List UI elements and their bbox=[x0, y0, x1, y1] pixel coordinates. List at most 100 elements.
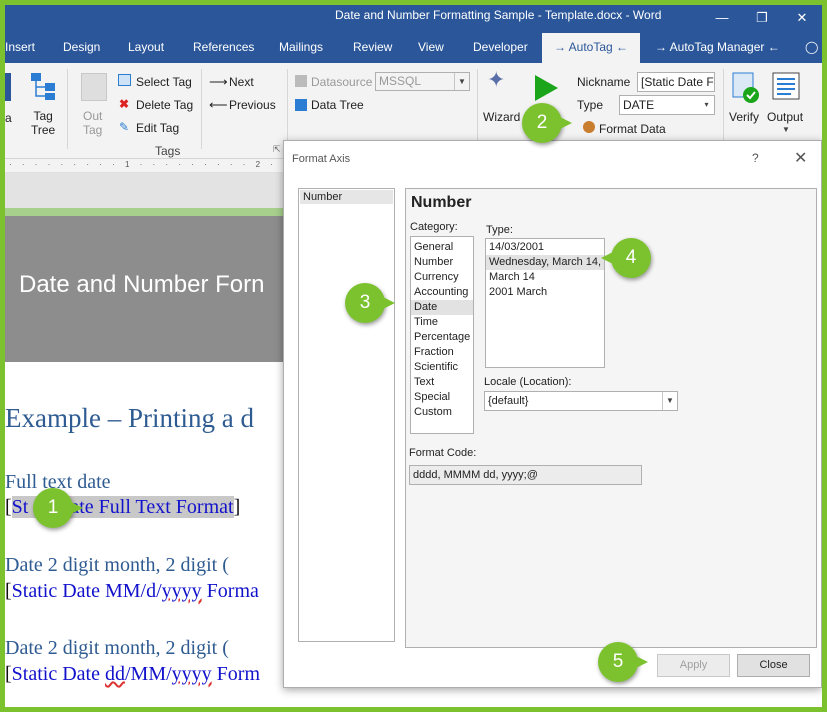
category-item[interactable]: Special bbox=[411, 390, 473, 405]
verify-check-icon[interactable] bbox=[731, 71, 761, 105]
window-title: Date and Number Formatting Sample - Temp… bbox=[335, 8, 662, 22]
datasource-label: Datasource bbox=[311, 75, 373, 89]
verify-button[interactable]: Verify bbox=[729, 110, 759, 124]
callout-1: 1 bbox=[33, 488, 83, 528]
select-tag-icon bbox=[118, 74, 131, 86]
category-item[interactable]: Text bbox=[411, 375, 473, 390]
type-label: Type bbox=[577, 98, 604, 112]
heading-mm-d: Date 2 digit month, 2 digit ( bbox=[5, 554, 229, 576]
tab-review[interactable]: Review bbox=[353, 40, 392, 54]
tab-autotag-manager[interactable]: → AutoTag Manager ← bbox=[655, 40, 780, 54]
format-axis-dialog: Format Axis ? ✕ Number Number Category: … bbox=[283, 140, 822, 688]
heading-dd-mm: Date 2 digit month, 2 digit ( bbox=[5, 637, 229, 659]
category-item[interactable]: Currency bbox=[411, 270, 473, 285]
tag-tree-icon[interactable] bbox=[29, 71, 57, 101]
data-tree-button[interactable]: Data Tree bbox=[311, 98, 364, 112]
previous-button[interactable]: Previous bbox=[229, 98, 276, 112]
type-list: 14/03/2001 Wednesday, March 14, March 14… bbox=[485, 238, 605, 368]
category-item[interactable]: Number bbox=[411, 255, 473, 270]
callout-4: 4 bbox=[601, 238, 651, 278]
edit-tag-button[interactable]: Edit Tag bbox=[136, 121, 179, 135]
apply-button[interactable]: Apply bbox=[657, 654, 730, 677]
wizard-wand-icon[interactable]: ✦ bbox=[487, 67, 505, 93]
datasource-select[interactable]: MSSQL ▼ bbox=[375, 72, 470, 91]
callout-5: 5 bbox=[598, 642, 648, 682]
type-item[interactable]: March 14 bbox=[486, 270, 604, 285]
tag-mm-d-yyyy[interactable]: [Static Date MM/d/yyyy Forma bbox=[5, 580, 259, 603]
dialog-title: Format Axis bbox=[292, 153, 351, 165]
format-data-icon bbox=[583, 121, 595, 133]
help-icon[interactable]: ? bbox=[752, 151, 759, 165]
word-window: Date and Number Formatting Sample - Temp… bbox=[5, 5, 822, 707]
category-list: General Number Currency Accounting Date … bbox=[410, 236, 474, 434]
chevron-down-icon: ▼ bbox=[454, 73, 469, 90]
category-item[interactable]: Percentage bbox=[411, 330, 473, 345]
output-button[interactable]: Output bbox=[767, 110, 803, 124]
delete-tag-button[interactable]: Delete Tag bbox=[136, 98, 193, 112]
play-icon[interactable] bbox=[533, 73, 559, 103]
lightbulb-icon[interactable]: ◯ bbox=[805, 40, 818, 54]
select-tag-button[interactable]: Select Tag bbox=[136, 75, 192, 89]
callout-3: 3 bbox=[345, 283, 395, 323]
type-item[interactable]: 14/03/2001 bbox=[486, 240, 604, 255]
edit-tag-icon: ✎ bbox=[119, 120, 130, 134]
format-code-label: Format Code: bbox=[409, 447, 477, 459]
tab-insert[interactable]: Insert bbox=[5, 40, 35, 54]
close-button[interactable]: Close bbox=[737, 654, 810, 677]
format-code-input[interactable]: dddd, MMMM dd, yyyy;@ bbox=[409, 465, 642, 485]
tab-autotag[interactable]: → AutoTag ← bbox=[542, 33, 641, 63]
category-item[interactable]: Accounting bbox=[411, 285, 473, 300]
tab-layout[interactable]: Layout bbox=[128, 40, 164, 54]
out-tag-icon[interactable] bbox=[81, 73, 107, 101]
dialog-launcher-icon[interactable]: ⇱ bbox=[273, 144, 281, 155]
data-tree-icon bbox=[295, 99, 307, 111]
type-item-selected[interactable]: Wednesday, March 14, bbox=[486, 255, 604, 270]
document-heading: Example – Printing a d bbox=[5, 403, 254, 433]
category-label: Category: bbox=[410, 221, 458, 233]
locale-label: Locale (Location): bbox=[484, 376, 572, 388]
minimize-button[interactable]: — bbox=[702, 5, 742, 33]
chevron-down-icon: ▼ bbox=[662, 392, 677, 410]
tab-mailings[interactable]: Mailings bbox=[279, 40, 323, 54]
restore-button[interactable]: ❐ bbox=[742, 5, 782, 33]
tags-group-label: Tags bbox=[155, 144, 181, 158]
output-icon[interactable] bbox=[771, 71, 801, 101]
wizard-button[interactable]: Wizard bbox=[483, 110, 520, 124]
partial-icon bbox=[5, 73, 11, 101]
callout-2: 2 bbox=[522, 103, 572, 143]
close-window-button[interactable]: ✕ bbox=[782, 5, 822, 33]
format-data-button[interactable]: Format Data bbox=[599, 122, 666, 136]
nav-list: Number bbox=[298, 188, 395, 642]
category-item[interactable]: Time bbox=[411, 315, 473, 330]
type-item[interactable]: 2001 March bbox=[486, 285, 604, 300]
category-item[interactable]: Fraction bbox=[411, 345, 473, 360]
title-bar: Date and Number Formatting Sample - Temp… bbox=[5, 5, 822, 33]
tag-tree-label[interactable]: Tag Tree bbox=[31, 109, 55, 137]
tab-view[interactable]: View bbox=[418, 40, 444, 54]
category-item[interactable]: General bbox=[411, 240, 473, 255]
panel-title: Number bbox=[411, 194, 472, 211]
locale-select[interactable]: {default} ▼ bbox=[484, 391, 678, 411]
category-item-selected[interactable]: Date bbox=[411, 300, 473, 315]
category-item[interactable]: Scientific bbox=[411, 360, 473, 375]
banner-title: Date and Number Forn bbox=[19, 271, 265, 298]
tab-references[interactable]: References bbox=[193, 40, 254, 54]
chevron-down-icon: ▾ bbox=[704, 100, 709, 109]
category-item[interactable]: Custom bbox=[411, 405, 473, 420]
tab-design[interactable]: Design bbox=[63, 40, 100, 54]
out-tag-label[interactable]: Out Tag bbox=[83, 109, 102, 137]
tag-dd-mm-yyyy[interactable]: [Static Date dd/MM/yyyy Form bbox=[5, 663, 260, 686]
ribbon-tabs: Insert Design Layout References Mailings… bbox=[5, 33, 822, 63]
chevron-down-icon[interactable]: ▼ bbox=[782, 125, 790, 134]
next-button[interactable]: Next bbox=[229, 75, 254, 89]
delete-tag-icon: ✖ bbox=[119, 97, 130, 111]
arrow-left-icon: ⟵ bbox=[209, 97, 228, 112]
nickname-label: Nickname bbox=[577, 75, 631, 89]
tab-developer[interactable]: Developer bbox=[473, 40, 528, 54]
nav-item-number[interactable]: Number bbox=[300, 190, 393, 204]
nickname-input[interactable]: [Static Date Fu bbox=[637, 72, 715, 92]
arrow-right-icon: ⟶ bbox=[209, 74, 228, 89]
type-select[interactable]: DATE ▾ bbox=[619, 95, 715, 115]
datasource-icon bbox=[295, 75, 307, 87]
close-icon[interactable]: ✕ bbox=[794, 148, 807, 168]
